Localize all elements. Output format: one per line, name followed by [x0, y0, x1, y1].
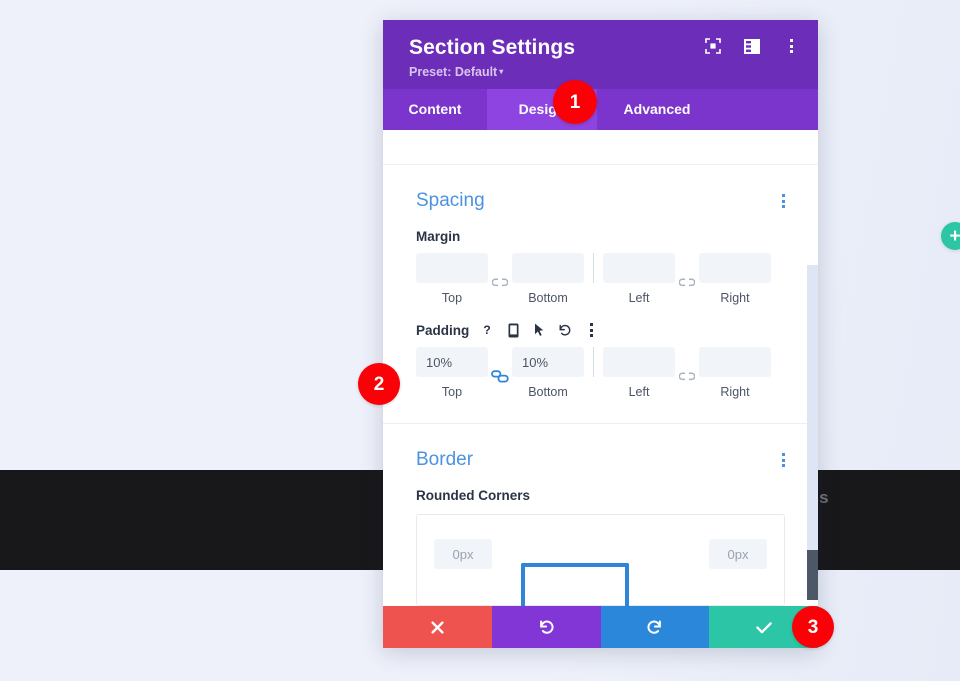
modal-scrollbar-track[interactable] [807, 265, 818, 601]
spacing-more-options-icon[interactable] [782, 194, 785, 209]
margin-left-right: Left Right [603, 253, 771, 305]
margin-right-label: Right [720, 291, 750, 306]
margin-bottom-cell: Bottom [512, 253, 584, 305]
modal-footer [383, 606, 818, 648]
cursor-icon[interactable] [532, 322, 546, 338]
spacing-group: Spacing Margin Top Bottom Left Right Pad… [383, 165, 818, 399]
redo-button[interactable] [600, 606, 710, 648]
padding-link-left-right-icon[interactable] [675, 371, 699, 382]
padding-left-right: Left Right [603, 347, 771, 399]
padding-link-top-bottom-icon[interactable] [488, 370, 512, 383]
modal-body: Spacing Margin Top Bottom Left Right Pad… [383, 130, 818, 606]
margin-label-row: Margin [416, 229, 785, 244]
padding-divider [593, 347, 594, 378]
margin-top-cell: Top [416, 253, 488, 305]
padding-left-label: Left [628, 385, 650, 400]
layout-panel-icon[interactable] [743, 37, 761, 55]
border-title: Border [416, 449, 474, 471]
margin-bottom-label: Bottom [528, 291, 568, 306]
margin-left-input[interactable] [603, 253, 675, 284]
padding-right-cell: Right [699, 347, 771, 399]
more-options-icon[interactable] [584, 322, 598, 338]
margin-link-top-bottom-icon[interactable] [488, 277, 512, 288]
margin-right-cell: Right [699, 253, 771, 305]
padding-top-cell: Top [416, 347, 488, 399]
margin-top-bottom: Top Bottom [416, 253, 584, 305]
border-header: Border [416, 424, 785, 471]
reset-icon[interactable] [558, 322, 572, 338]
corner-top-right-input[interactable] [709, 539, 767, 570]
margin-label: Margin [416, 229, 461, 245]
border-more-options-icon[interactable] [782, 453, 785, 468]
margin-top-label: Top [441, 291, 463, 306]
preset-selector[interactable]: Preset: Default ▾ [409, 65, 796, 79]
spacing-title: Spacing [416, 190, 485, 212]
more-options-icon[interactable] [782, 37, 800, 55]
tab-advanced[interactable]: Advanced [597, 89, 717, 130]
padding-label-row: Padding ? [416, 322, 785, 338]
callout-badge-1: 1 [553, 80, 597, 124]
svg-text:?: ? [484, 323, 491, 337]
margin-divider [593, 253, 594, 284]
margin-right-input[interactable] [699, 253, 771, 284]
mobile-icon[interactable] [506, 322, 520, 338]
modal-header: Section Settings Preset: Default ▾ [383, 20, 818, 90]
spacing-header: Spacing [416, 165, 785, 212]
tab-content[interactable]: Content [383, 89, 487, 130]
margin-bottom-input[interactable] [512, 253, 584, 284]
padding-right-label: Right [720, 385, 750, 400]
modal-tabs: Content Design Advanced [383, 89, 818, 131]
padding-fields: Top Bottom [416, 347, 785, 399]
body-top-strip [383, 130, 818, 166]
corner-top-left-input[interactable] [434, 539, 492, 570]
chevron-down-icon: ▾ [499, 67, 504, 77]
preset-label: Preset: Default [409, 65, 498, 80]
margin-left-cell: Left [603, 253, 675, 305]
cancel-button[interactable] [383, 606, 492, 648]
padding-bottom-cell: Bottom [512, 347, 584, 399]
padding-top-bottom: Top Bottom [416, 347, 584, 399]
header-icon-group [704, 37, 800, 55]
padding-label: Padding [416, 322, 470, 338]
callout-badge-3: 3 [792, 606, 834, 648]
padding-left-cell: Left [603, 347, 675, 399]
focus-target-icon[interactable] [704, 37, 722, 55]
border-group: Border Rounded Corners [383, 424, 818, 606]
padding-top-label: Top [441, 385, 463, 400]
section-settings-modal: Section Settings Preset: Default ▾ Conte… [383, 20, 818, 648]
rounded-corners-label: Rounded Corners [416, 488, 531, 504]
padding-icon-group: ? [480, 322, 598, 338]
margin-fields: Top Bottom Left Right [416, 253, 785, 305]
help-icon[interactable]: ? [480, 322, 494, 338]
undo-button[interactable] [491, 606, 601, 648]
callout-badge-2: 2 [358, 363, 400, 405]
padding-bottom-input[interactable] [512, 347, 584, 378]
modal-scrollbar-thumb[interactable] [807, 550, 818, 601]
padding-left-input[interactable] [603, 347, 675, 378]
margin-link-left-right-icon[interactable] [675, 277, 699, 288]
padding-bottom-label: Bottom [528, 385, 568, 400]
rounded-corners-control [416, 514, 785, 606]
margin-top-input[interactable] [416, 253, 488, 284]
padding-top-input[interactable] [416, 347, 488, 378]
padding-right-input[interactable] [699, 347, 771, 378]
margin-left-label: Left [628, 291, 650, 306]
corner-preview-shape [521, 563, 629, 606]
